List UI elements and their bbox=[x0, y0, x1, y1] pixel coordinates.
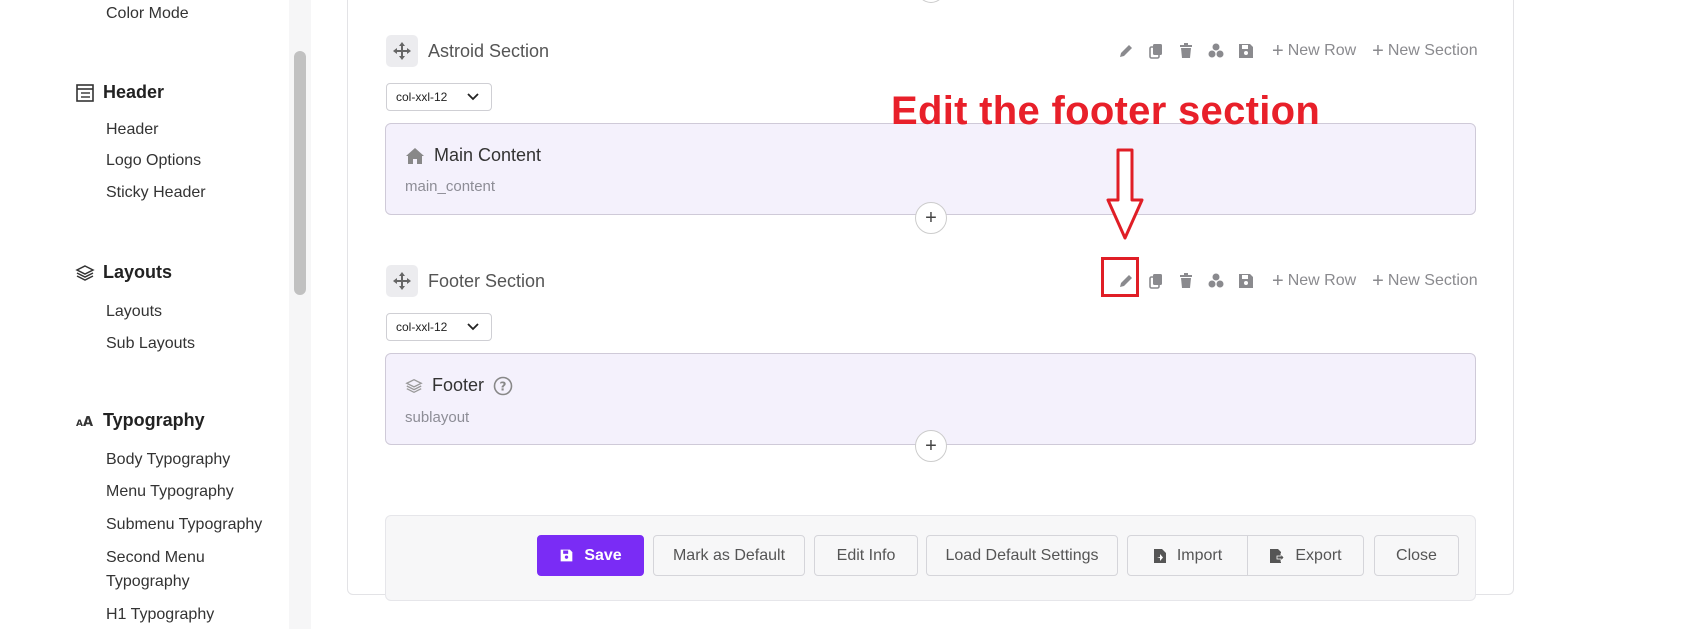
trash-icon[interactable] bbox=[1176, 41, 1196, 61]
sidebar-scrollbar-thumb[interactable] bbox=[294, 51, 306, 295]
sidebar-item-menu-typography[interactable]: Menu Typography bbox=[106, 482, 234, 502]
sidebar-item-body-typography[interactable]: Body Typography bbox=[106, 450, 230, 470]
sidebar-item-submenu-typography[interactable]: Submenu Typography bbox=[106, 515, 262, 535]
section-title: Footer Section bbox=[428, 271, 546, 291]
new-row-label: New Row bbox=[1287, 42, 1357, 59]
export-button[interactable]: Export bbox=[1247, 535, 1364, 576]
plus-icon: + bbox=[1372, 270, 1384, 292]
sidebar: Color Mode Header Header Logo Options St… bbox=[0, 0, 289, 629]
sidebar-item-second-menu-typography[interactable]: Second Menu bbox=[106, 548, 205, 568]
help-icon[interactable]: ? bbox=[493, 376, 513, 396]
sidebar-item-sticky-header[interactable]: Sticky Header bbox=[106, 183, 206, 203]
sidebar-group-label: Layouts bbox=[103, 262, 173, 282]
cubes-icon[interactable] bbox=[1206, 41, 1226, 61]
highlight-box bbox=[1101, 257, 1139, 297]
new-section-button[interactable]: + New Section bbox=[1372, 270, 1478, 292]
move-handle[interactable] bbox=[386, 35, 418, 67]
plus-icon: + bbox=[1272, 270, 1284, 292]
svg-text:A: A bbox=[76, 419, 83, 429]
copy-icon[interactable] bbox=[1146, 41, 1166, 61]
arrow-down-icon bbox=[1106, 148, 1144, 240]
row-title-label: Footer bbox=[432, 375, 485, 395]
column-size-value: col-xxl-12 bbox=[396, 320, 448, 334]
sidebar-item-logo-options[interactable]: Logo Options bbox=[106, 151, 201, 171]
row-title: Footer ? bbox=[405, 375, 513, 396]
load-default-settings-button[interactable]: Load Default Settings bbox=[926, 535, 1118, 576]
move-icon bbox=[393, 272, 411, 290]
new-row-button[interactable]: + New Row bbox=[1272, 270, 1357, 292]
plus-icon: + bbox=[925, 206, 937, 229]
plus-icon: + bbox=[1372, 40, 1384, 62]
move-handle[interactable] bbox=[386, 265, 418, 297]
trash-icon[interactable] bbox=[1176, 271, 1196, 291]
row-title-label: Main Content bbox=[434, 145, 542, 165]
sidebar-item-h1-typography[interactable]: H1 Typography bbox=[106, 605, 214, 625]
header-icon bbox=[76, 83, 94, 102]
new-section-button[interactable]: + New Section bbox=[1372, 40, 1478, 62]
file-import-icon bbox=[1153, 548, 1166, 563]
row-subtitle: sublayout bbox=[405, 409, 470, 426]
sidebar-item-sub-layouts[interactable]: Sub Layouts bbox=[106, 334, 195, 354]
sidebar-item-color-mode[interactable]: Color Mode bbox=[106, 4, 189, 24]
row-title: Main Content bbox=[405, 145, 541, 166]
chevron-down-icon bbox=[467, 93, 479, 101]
save-icon[interactable] bbox=[1236, 271, 1256, 291]
add-element-button[interactable]: + bbox=[915, 202, 947, 234]
section-title: Astroid Section bbox=[428, 41, 550, 61]
move-icon bbox=[393, 42, 411, 60]
save-label: Save bbox=[584, 546, 622, 564]
sidebar-group-layouts: Layouts bbox=[75, 262, 172, 283]
sidebar-group-label: Header bbox=[103, 82, 165, 102]
import-label: Import bbox=[1176, 546, 1223, 564]
tutorial-annotation: Edit the footer section bbox=[891, 89, 1321, 133]
copy-icon[interactable] bbox=[1146, 271, 1166, 291]
close-button[interactable]: Close bbox=[1374, 535, 1459, 576]
edit-info-button[interactable]: Edit Info bbox=[814, 535, 918, 576]
home-icon bbox=[406, 147, 424, 164]
column-size-select[interactable]: col-xxl-12 bbox=[386, 83, 492, 111]
add-element-button[interactable]: + bbox=[915, 430, 947, 462]
new-row-button[interactable]: + New Row bbox=[1272, 40, 1357, 62]
column-size-select[interactable]: col-xxl-12 bbox=[386, 313, 492, 341]
plus-icon: + bbox=[925, 434, 937, 457]
row-subtitle: main_content bbox=[405, 178, 496, 195]
svg-text:A: A bbox=[83, 415, 93, 430]
column-size-value: col-xxl-12 bbox=[396, 90, 448, 104]
chevron-down-icon bbox=[467, 323, 479, 331]
new-row-label: New Row bbox=[1287, 272, 1357, 289]
sidebar-group-header: Header bbox=[75, 82, 164, 103]
save-button[interactable]: Save bbox=[537, 535, 644, 576]
plus-icon: + bbox=[1272, 40, 1284, 62]
cubes-icon[interactable] bbox=[1206, 271, 1226, 291]
file-export-icon bbox=[1270, 548, 1285, 563]
save-icon bbox=[560, 549, 573, 562]
svg-text:?: ? bbox=[500, 379, 507, 393]
save-icon[interactable] bbox=[1236, 41, 1256, 61]
new-section-label: New Section bbox=[1387, 42, 1478, 59]
sidebar-group-label: Typography bbox=[103, 410, 205, 430]
sidebar-item-layouts[interactable]: Layouts bbox=[106, 302, 162, 322]
mark-default-button[interactable]: Mark as Default bbox=[653, 535, 805, 576]
font-size-icon: AA bbox=[76, 415, 93, 430]
section-toolbar: + New Row + New Section bbox=[1116, 41, 1478, 61]
import-button[interactable]: Import bbox=[1127, 535, 1248, 576]
pencil-icon[interactable] bbox=[1116, 41, 1136, 61]
sidebar-item-second-menu-typography-line2[interactable]: Typography bbox=[106, 572, 190, 592]
sidebar-item-header[interactable]: Header bbox=[106, 120, 158, 140]
sidebar-group-typography: AA Typography bbox=[75, 410, 205, 431]
layers-icon bbox=[75, 264, 95, 281]
new-section-label: New Section bbox=[1387, 272, 1478, 289]
export-label: Export bbox=[1295, 546, 1342, 564]
section-toolbar: + New Row + New Section bbox=[1116, 271, 1478, 291]
layers-icon bbox=[405, 378, 423, 393]
